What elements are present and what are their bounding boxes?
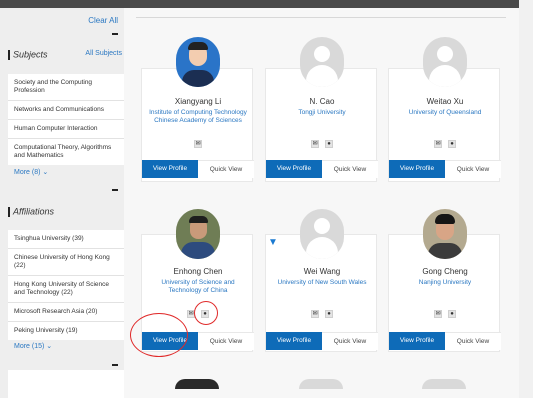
profile-card: Xiangyang Li Institute of Computing Tech… xyxy=(141,37,254,182)
view-profile-button[interactable]: View Profile xyxy=(142,160,198,178)
subject-item[interactable]: Networks and Communications xyxy=(8,101,124,120)
affiliations-more-link[interactable]: More (15) ⌄ xyxy=(14,342,52,350)
subject-item[interactable]: Society and the Computing Profession xyxy=(8,74,124,101)
profile-placeholder-avatar[interactable] xyxy=(422,379,466,389)
highlight-annotation xyxy=(194,301,218,325)
view-profile-button[interactable]: View Profile xyxy=(389,332,445,350)
email-icon[interactable]: ✉ xyxy=(434,310,442,318)
affiliation-item[interactable]: Peking University (19) xyxy=(8,322,124,340)
filter-sidebar: Clear All Subjects All Subjects Society … xyxy=(0,8,124,398)
globe-icon[interactable]: ● xyxy=(325,310,333,318)
profile-name[interactable]: Enhong Chen xyxy=(142,267,254,276)
quick-view-button[interactable]: Quick View xyxy=(198,160,254,178)
quick-view-button[interactable]: Quick View xyxy=(445,160,501,178)
chevron-down-icon: ⌄ xyxy=(46,343,53,350)
profile-affiliation[interactable]: University of Science and Technology of … xyxy=(146,279,250,295)
affiliations-list: Tsinghua University (39) Chinese Univers… xyxy=(8,230,124,340)
quick-view-button[interactable]: Quick View xyxy=(445,332,501,350)
top-divider xyxy=(136,17,506,18)
profile-photo[interactable] xyxy=(175,379,219,389)
profile-photo[interactable] xyxy=(423,209,467,259)
affiliation-item[interactable]: Tsinghua University (39) xyxy=(8,230,124,249)
chevron-down-icon: ⌄ xyxy=(42,169,49,176)
profile-affiliation[interactable]: Tongji University xyxy=(270,109,374,117)
view-profile-button[interactable]: View Profile xyxy=(266,332,322,350)
affiliation-item[interactable]: Chinese University of Hong Kong (22) xyxy=(8,249,124,276)
clear-all-link[interactable]: Clear All xyxy=(88,16,118,25)
profile-name[interactable]: Wei Wang xyxy=(266,267,378,276)
profile-card: N. Cao Tongji University ✉ ● View Profile… xyxy=(265,37,378,182)
section-divider xyxy=(112,364,118,366)
profile-photo[interactable] xyxy=(176,209,220,259)
view-profile-button[interactable]: View Profile xyxy=(266,160,322,178)
affiliations-heading: Affiliations xyxy=(8,206,124,218)
email-icon[interactable]: ✉ xyxy=(311,140,319,148)
affiliation-item[interactable]: Hong Kong University of Science and Tech… xyxy=(8,276,124,303)
right-margin xyxy=(519,0,533,398)
section-divider xyxy=(112,33,118,35)
subject-item[interactable]: Human Computer Interaction xyxy=(8,120,124,139)
verified-badge-icon: ▼ xyxy=(268,237,278,248)
email-icon[interactable]: ✉ xyxy=(311,310,319,318)
profile-affiliation[interactable]: Institute of Computing Technology Chines… xyxy=(146,109,250,125)
profile-card: Gong Cheng Nanjing University ✉ ● View Pr… xyxy=(388,209,501,352)
profile-name[interactable]: Xiangyang Li xyxy=(142,97,254,106)
affiliation-item[interactable]: Microsoft Research Asia (20) xyxy=(8,303,124,322)
quick-view-button[interactable]: Quick View xyxy=(322,332,378,350)
subject-item[interactable]: Computational Theory, Algorithms and Mat… xyxy=(8,139,124,165)
profile-card: Wei Wang University of New South Wales ✉… xyxy=(265,209,378,352)
profile-name[interactable]: Gong Cheng xyxy=(389,267,501,276)
profile-placeholder-avatar[interactable] xyxy=(300,37,344,87)
profile-name[interactable]: Weitao Xu xyxy=(389,97,501,106)
quick-view-button[interactable]: Quick View xyxy=(322,160,378,178)
section-divider xyxy=(112,189,118,191)
top-bar xyxy=(0,0,533,8)
globe-icon[interactable]: ● xyxy=(448,310,456,318)
profile-card: Weitao Xu University of Queensland ✉ ● Vi… xyxy=(388,37,501,182)
list-continuation xyxy=(8,370,124,398)
email-icon[interactable]: ✉ xyxy=(434,140,442,148)
subjects-more-link[interactable]: More (8) ⌄ xyxy=(14,168,48,176)
subjects-list: Society and the Computing Profession Net… xyxy=(8,74,124,165)
profile-affiliation[interactable]: Nanjing University xyxy=(393,279,497,287)
profile-placeholder-avatar[interactable] xyxy=(423,37,467,87)
profile-name[interactable]: N. Cao xyxy=(266,97,378,106)
profile-affiliation[interactable]: University of Queensland xyxy=(393,109,497,117)
globe-icon[interactable]: ● xyxy=(448,140,456,148)
subjects-heading: Subjects All Subjects xyxy=(8,49,124,61)
profile-placeholder-avatar[interactable] xyxy=(299,379,343,389)
highlight-annotation xyxy=(130,313,188,357)
profile-photo[interactable] xyxy=(176,37,220,87)
profile-placeholder-avatar[interactable] xyxy=(300,209,344,259)
globe-icon[interactable]: ● xyxy=(325,140,333,148)
all-subjects-link[interactable]: All Subjects xyxy=(85,50,122,57)
quick-view-button[interactable]: Quick View xyxy=(198,332,254,350)
profile-affiliation[interactable]: University of New South Wales xyxy=(270,279,374,287)
email-icon[interactable]: ✉ xyxy=(194,140,202,148)
view-profile-button[interactable]: View Profile xyxy=(389,160,445,178)
